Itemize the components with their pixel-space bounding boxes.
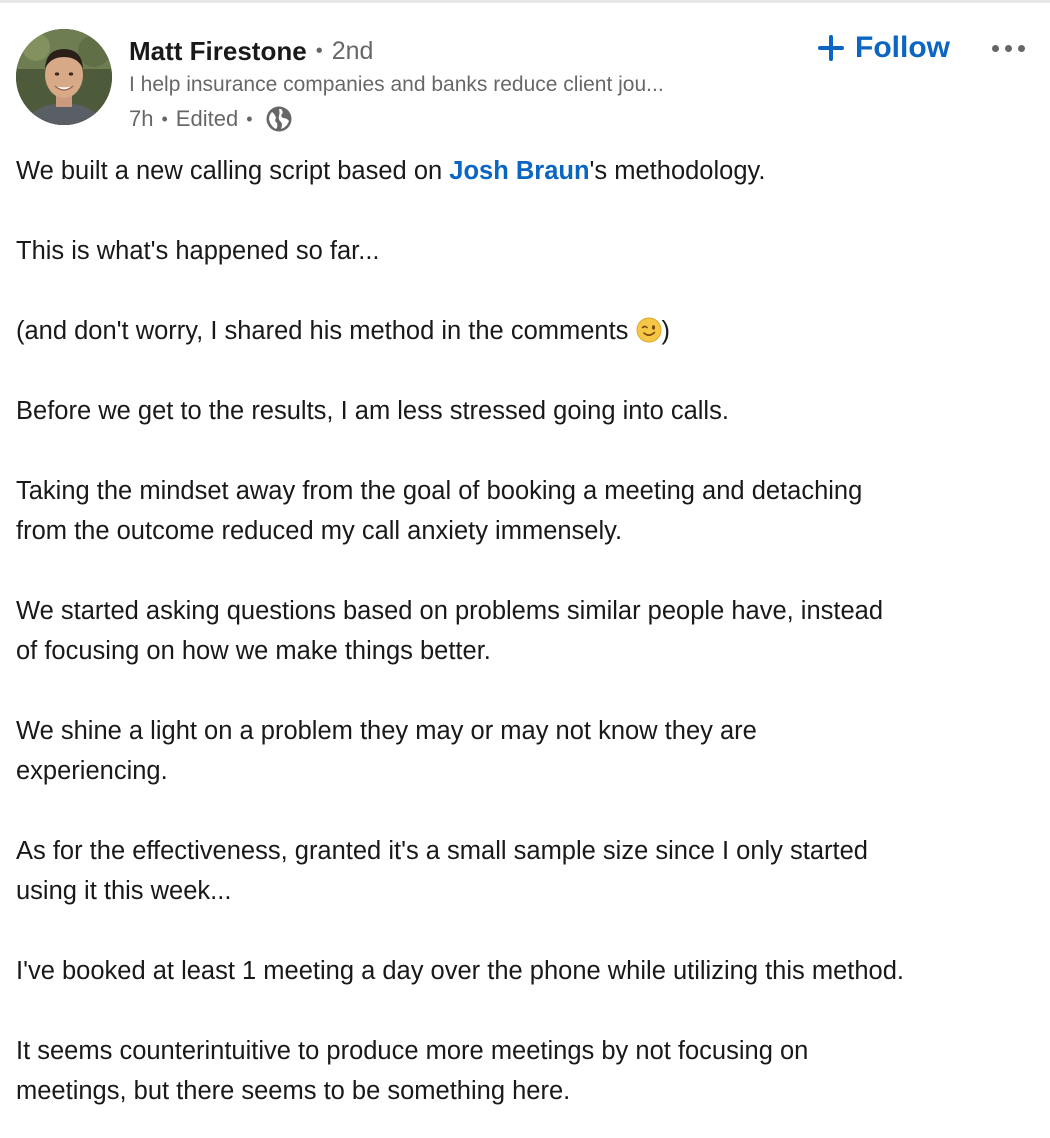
plus-icon <box>818 35 844 61</box>
post-paragraph: (and don't worry, I shared his method in… <box>16 311 1036 351</box>
post-paragraph: Taking the mindset away from the goal of… <box>16 471 1036 551</box>
post-commentary: We built a new calling script based on J… <box>16 151 1036 1138</box>
post-paragraph: We started asking questions based on pro… <box>16 591 1036 671</box>
profile-photo-icon <box>16 29 112 125</box>
post-text: ) <box>661 317 671 345</box>
post-paragraph: Before we get to the results, I am less … <box>16 397 729 425</box>
actor-name[interactable]: Matt Firestone <box>129 36 307 67</box>
post-text: meetings, but there seems to be somethin… <box>16 1077 571 1105</box>
follow-button[interactable]: Follow <box>814 25 954 71</box>
post-text: experiencing. <box>16 757 168 785</box>
post-paragraph: We shine a light on a problem they may o… <box>16 711 1036 791</box>
post-paragraph: This is what's happened so far... <box>16 237 380 265</box>
post-text: (and don't worry, I shared his method in… <box>16 317 636 345</box>
post-text: We built a new calling script based on <box>16 157 450 185</box>
post-text: 's methodology. <box>589 157 766 185</box>
separator-dot: • <box>246 108 253 129</box>
post-paragraph: As for the effectiveness, granted it's a… <box>16 831 1036 911</box>
winking-face-emoji-icon <box>636 315 662 343</box>
post-paragraph: It seems counterintuitive to produce mor… <box>16 1031 1036 1111</box>
actor-name-row: Matt Firestone • 2nd <box>129 33 373 69</box>
post-text: We started asking questions based on pro… <box>16 597 884 625</box>
actor-avatar[interactable] <box>16 29 112 125</box>
ellipsis-icon <box>991 44 1025 52</box>
post-meta: 7h • Edited • <box>129 103 293 135</box>
edited-label: Edited <box>175 106 239 131</box>
actor-headline[interactable]: I help insurance companies and banks red… <box>129 73 789 97</box>
post-text: of focusing on how we make things better… <box>16 637 491 665</box>
post-time[interactable]: 7h <box>129 106 153 132</box>
post-paragraph: We built a new calling script based on J… <box>16 151 1036 191</box>
globe-icon <box>265 105 293 133</box>
post-text: from the outcome reduced my call anxiety… <box>16 517 623 545</box>
post-text: We shine a light on a problem they may o… <box>16 717 757 745</box>
post-text: using it this week... <box>16 877 232 905</box>
feed-post: Matt Firestone • 2nd I help insurance co… <box>0 0 1050 1138</box>
post-paragraph: I've booked at least 1 meeting a day ove… <box>16 957 904 985</box>
post-text: As for the effectiveness, granted it's a… <box>16 837 868 865</box>
mention-link[interactable]: Josh Braun <box>449 157 589 185</box>
post-text: It seems counterintuitive to produce mor… <box>16 1037 809 1065</box>
follow-label: Follow <box>855 31 950 64</box>
connection-degree: 2nd <box>331 36 374 65</box>
post-text: Taking the mindset away from the goal of… <box>16 477 863 505</box>
more-options-button[interactable] <box>982 31 1034 65</box>
separator-dot: • <box>161 108 168 129</box>
separator-dot: • <box>315 39 323 62</box>
